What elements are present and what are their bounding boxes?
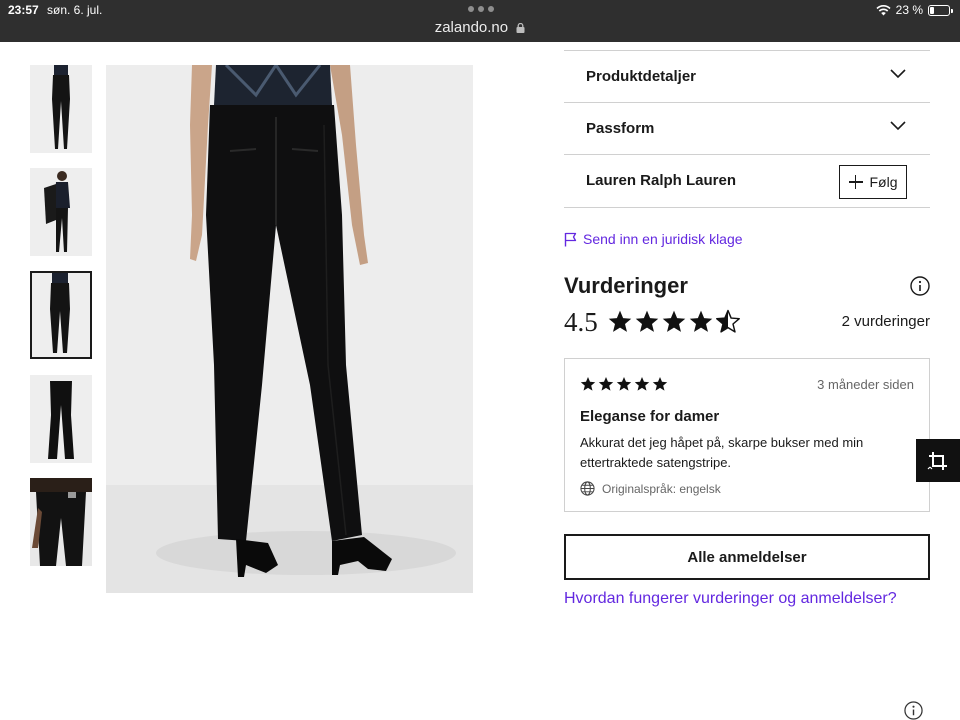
review-date: 3 måneder siden <box>817 377 914 392</box>
status-date: søn. 6. jul. <box>47 3 103 17</box>
review-title: Eleganse for damer <box>580 408 720 425</box>
star-half-icon <box>716 309 740 333</box>
info-icon[interactable] <box>904 701 923 720</box>
all-reviews-button[interactable]: Alle anmeldelser <box>564 534 930 580</box>
thumbnail-1-image <box>30 65 92 153</box>
product-photo <box>106 65 473 593</box>
rating-stars <box>607 309 741 334</box>
address-bar[interactable]: zalando.no <box>0 19 960 36</box>
star-full-icon <box>689 310 713 332</box>
original-language-label: Originalspråk: engelsk <box>602 481 721 496</box>
battery-icon <box>928 4 953 16</box>
how-ratings-work-link[interactable]: Hvordan fungerer vurderinger og anmeldel… <box>564 590 897 608</box>
star-full-icon <box>635 310 659 332</box>
url-text: zalando.no <box>434 19 509 36</box>
globe-icon <box>580 481 595 496</box>
review-card: 3 måneder siden Eleganse for damer Akkur… <box>564 358 930 512</box>
follow-label: Følg <box>869 174 898 190</box>
brand-row: Lauren Ralph Lauren Følg <box>564 154 930 208</box>
accordion-product-details[interactable]: Produktdetaljer <box>564 50 930 102</box>
chevron-down-icon <box>890 69 906 79</box>
chevron-down-icon <box>890 121 906 131</box>
thumbnail-4[interactable] <box>30 375 92 463</box>
tab-dots-icon[interactable] <box>468 6 494 12</box>
crop-side-tab[interactable] <box>916 439 960 482</box>
lock-icon <box>516 23 525 33</box>
star-full-icon <box>608 310 632 332</box>
status-time: 23:57 <box>8 3 39 17</box>
thumbnail-5[interactable] <box>30 478 92 566</box>
wifi-icon <box>876 4 891 15</box>
review-text: Akkurat det jeg håpet på, skarpe bukser … <box>580 435 864 470</box>
thumbnail-3-image <box>32 273 90 357</box>
star-full-icon <box>652 377 668 391</box>
fit-label: Passform <box>586 120 655 137</box>
review-stars <box>580 376 668 392</box>
thumbnail-2[interactable] <box>30 168 92 256</box>
plus-icon <box>848 175 863 189</box>
crop-icon <box>927 451 947 470</box>
legal-complaint-label: Send inn en juridisk klage <box>583 231 743 247</box>
status-bar: 23:57 søn. 6. jul. zalando.no 23 % <box>0 0 960 42</box>
rating-count: 2 vurderinger <box>841 313 930 330</box>
thumbnail-2-image <box>30 168 92 256</box>
accordion-fit[interactable]: Passform <box>564 102 930 154</box>
status-right: 23 % <box>876 3 953 17</box>
thumbnail-5-image <box>30 478 92 566</box>
product-main-image[interactable] <box>106 65 473 593</box>
follow-button[interactable]: Følg <box>839 165 907 199</box>
product-info-column: Produktdetaljer Passform Lauren Ralph La… <box>564 50 930 208</box>
original-language: Originalspråk: engelsk <box>580 481 721 496</box>
thumbnail-3[interactable] <box>30 271 92 359</box>
brand-name[interactable]: Lauren Ralph Lauren <box>586 172 736 189</box>
star-full-icon <box>662 310 686 332</box>
battery-percent: 23 % <box>895 3 923 17</box>
ratings-title: Vurderinger <box>564 273 688 298</box>
star-full-icon <box>598 377 614 391</box>
info-icon[interactable] <box>910 276 930 296</box>
flag-icon <box>564 232 577 246</box>
thumbnail-4-image <box>30 375 92 463</box>
rating-average: 4.5 <box>564 307 598 337</box>
thumbnail-1[interactable] <box>30 65 92 153</box>
star-full-icon <box>580 377 596 391</box>
legal-complaint-link[interactable]: Send inn en juridisk klage <box>564 231 743 247</box>
star-full-icon <box>634 377 650 391</box>
product-details-label: Produktdetaljer <box>586 68 697 85</box>
star-full-icon <box>616 377 632 391</box>
